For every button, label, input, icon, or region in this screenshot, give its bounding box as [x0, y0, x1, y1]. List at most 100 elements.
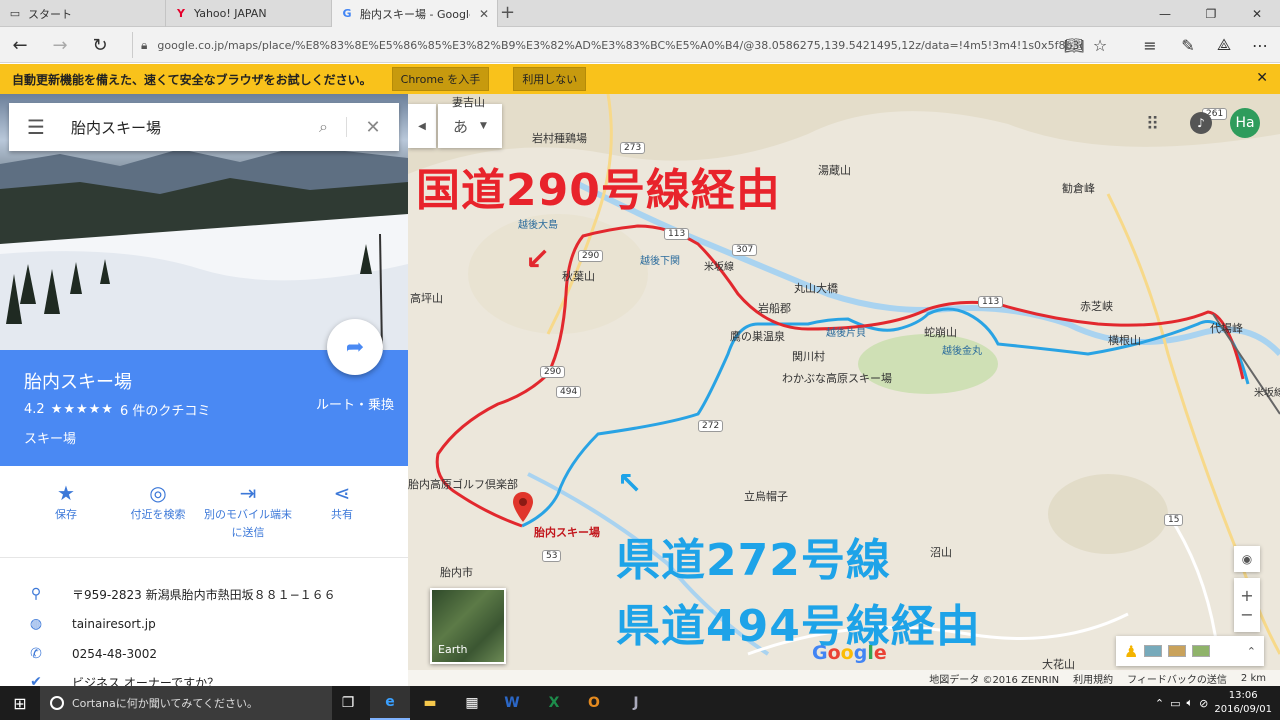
route-label[interactable]: ルート・乗換	[316, 394, 394, 413]
volume-icon[interactable]: 🔈︎	[1187, 696, 1194, 710]
map-canvas[interactable]: ◀ あ ▼ 妻吉山 岩村種鶏場 湯蔵山 勧倉峰 越後大島 越後下関 米坂線 秋葉…	[408, 94, 1280, 686]
location-marker-icon[interactable]	[512, 492, 534, 522]
layer-thumbnail[interactable]	[1168, 645, 1187, 657]
nearby-search-button[interactable]: ◎ 付近を検索	[110, 480, 206, 524]
tab-google-maps[interactable]: G 胎内スキー場 - Google マ ✕	[332, 0, 498, 27]
forward-button[interactable]: →	[46, 33, 74, 57]
share-toolbar-icon[interactable]: ⟁	[1210, 33, 1238, 57]
battery-icon[interactable]: ⊘	[1199, 697, 1208, 710]
directions-button[interactable]: ➦	[327, 319, 383, 375]
earth-label: Earth	[438, 643, 468, 656]
search-icon[interactable]: ⌕	[301, 117, 347, 137]
address-row[interactable]: ⚲ 〒959-2823 新潟県胎内市熱田坂８８１−１６６	[0, 582, 408, 606]
my-location-button[interactable]: ◉	[1234, 546, 1260, 572]
clock-time: 13:06	[1228, 690, 1258, 701]
back-button[interactable]: ←	[6, 33, 34, 57]
star-icon: ★	[57, 481, 75, 505]
website-row[interactable]: ◍ tainairesort.jp	[0, 612, 408, 636]
expand-up-icon[interactable]: ⌃	[1247, 645, 1256, 658]
new-tab-button[interactable]: +	[500, 2, 515, 23]
app-j-icon[interactable]: J	[616, 686, 656, 720]
route-annotation-red: 国道290号線経由	[416, 165, 781, 216]
search-input[interactable]: 胎内スキー場	[63, 117, 301, 138]
earth-view-toggle[interactable]: Earth	[430, 588, 506, 664]
location-pin-icon: ⚲	[30, 586, 42, 602]
store-icon[interactable]: ▦	[452, 686, 492, 720]
feedback-link[interactable]: フィードバックの送信	[1127, 671, 1227, 686]
zoom-in-button[interactable]: +	[1240, 586, 1253, 605]
phone-row[interactable]: ✆ 0254-48-3002	[0, 642, 408, 666]
clock[interactable]: 13:06 2016/09/01	[1214, 689, 1272, 717]
get-chrome-button[interactable]: Chrome を入手	[391, 67, 490, 91]
language-label: あ	[453, 117, 469, 136]
place-label: 胎内高原ゴルフ倶楽部	[408, 478, 518, 491]
url-field[interactable]: 🔒︎ google.co.jp/maps/place/%E8%83%8E%E5%…	[132, 32, 1082, 58]
scale-bar-label[interactable]: 2 km	[1241, 673, 1266, 684]
share-button[interactable]: ⋖ 共有	[294, 480, 390, 524]
layer-thumbnail[interactable]	[1192, 645, 1211, 657]
place-label: 湯蔵山	[818, 164, 851, 177]
layer-thumbnail[interactable]	[1144, 645, 1163, 657]
tab-start[interactable]: ▭ スタート	[0, 0, 166, 27]
favorite-star-icon[interactable]: ☆	[1086, 33, 1114, 57]
task-view-icon[interactable]: ❐	[328, 686, 368, 720]
place-label: 丸山大橋	[794, 282, 838, 295]
tab-label: スタート	[28, 7, 72, 21]
language-toggle[interactable]: あ ▼	[438, 104, 502, 148]
tab-label: Yahoo! JAPAN	[194, 7, 267, 20]
claim-business-row[interactable]: ✔ ビジネス オーナーですか？	[0, 670, 408, 686]
network-icon[interactable]: ▭	[1170, 697, 1180, 710]
action-row: ★ 保存 ◎ 付近を検索 ⇥ 別のモバイル端末に送信 ⋖ 共有	[0, 466, 408, 558]
place-label: 胎内市	[440, 566, 473, 579]
place-label: 越後金丸	[942, 346, 982, 357]
windows-start-button[interactable]: ⊞	[0, 686, 40, 720]
place-label: 横根山	[1108, 334, 1141, 347]
route-annotation-blue-line2: 県道494号線経由	[616, 601, 981, 652]
clear-search-icon[interactable]: ✕	[347, 117, 399, 138]
notification-message: 自動更新機能を備えた、速くて安全なブラウザをお試しください。	[12, 72, 372, 87]
website-text: tainairesort.jp	[72, 617, 156, 631]
tray-expand-icon[interactable]: ⌃	[1155, 697, 1164, 710]
edge-browser-icon[interactable]: e	[370, 686, 410, 720]
place-category[interactable]: スキー場	[24, 428, 76, 447]
account-avatar[interactable]: Ha	[1230, 108, 1260, 138]
decline-button[interactable]: 利用しない	[513, 67, 587, 91]
terms-link[interactable]: 利用規約	[1073, 671, 1113, 686]
place-label: わかぶな高原スキー場	[782, 372, 892, 385]
place-label: 赤芝峡	[1080, 300, 1113, 313]
maximize-button[interactable]: ❐	[1188, 0, 1234, 27]
file-explorer-icon[interactable]: ▬	[410, 686, 450, 720]
collapse-panel-button[interactable]: ◀	[408, 104, 436, 148]
close-tab-icon[interactable]: ✕	[479, 7, 489, 21]
pegman-icon[interactable]: ♟	[1124, 642, 1138, 661]
more-icon[interactable]: ⋯	[1246, 33, 1274, 57]
browser-tab-bar: ▭ スタート Y Yahoo! JAPAN G 胎内スキー場 - Google …	[0, 0, 1280, 27]
word-icon[interactable]: W	[492, 686, 532, 720]
save-button[interactable]: ★ 保存	[18, 480, 114, 524]
cortana-search-box[interactable]: Cortanaに何か聞いてみてください。	[40, 686, 332, 720]
road-shield: 15	[1164, 514, 1184, 526]
rating-stars: ★★★★★	[50, 402, 114, 417]
send-to-device-button[interactable]: ⇥ 別のモバイル端末に送信	[202, 480, 294, 542]
excel-icon[interactable]: X	[534, 686, 574, 720]
outlook-icon[interactable]: O	[574, 686, 614, 720]
close-notification-icon[interactable]: ✕	[1256, 70, 1268, 86]
apps-grid-icon[interactable]: ⠿	[1146, 114, 1159, 135]
web-note-icon[interactable]: ✎	[1174, 33, 1202, 57]
place-photo[interactable]: ☰ 胎内スキー場 ⌕ ✕	[0, 94, 408, 350]
tab-yahoo[interactable]: Y Yahoo! JAPAN	[166, 0, 332, 27]
place-label: 秋葉山	[562, 270, 595, 283]
rating-row: 4.2 ★★★★★ 6 件のクチコミ	[24, 400, 210, 419]
send-device-icon: ⇥	[239, 481, 257, 505]
close-window-button[interactable]: ✕	[1234, 0, 1280, 27]
hub-icon[interactable]: ≡	[1136, 33, 1164, 57]
hamburger-menu-icon[interactable]: ☰	[9, 115, 63, 139]
notifications-bell-icon[interactable]: ♪	[1190, 112, 1212, 134]
review-count-link[interactable]: 6 件のクチコミ	[120, 400, 210, 419]
send-device-label: 別のモバイル端末に送信	[204, 508, 292, 539]
directions-icon: ➦	[345, 334, 365, 360]
zoom-out-button[interactable]: −	[1240, 605, 1253, 624]
refresh-button[interactable]: ↻	[86, 33, 114, 57]
reading-view-icon[interactable]: 📖︎	[1060, 33, 1088, 57]
minimize-button[interactable]: —	[1142, 0, 1188, 27]
